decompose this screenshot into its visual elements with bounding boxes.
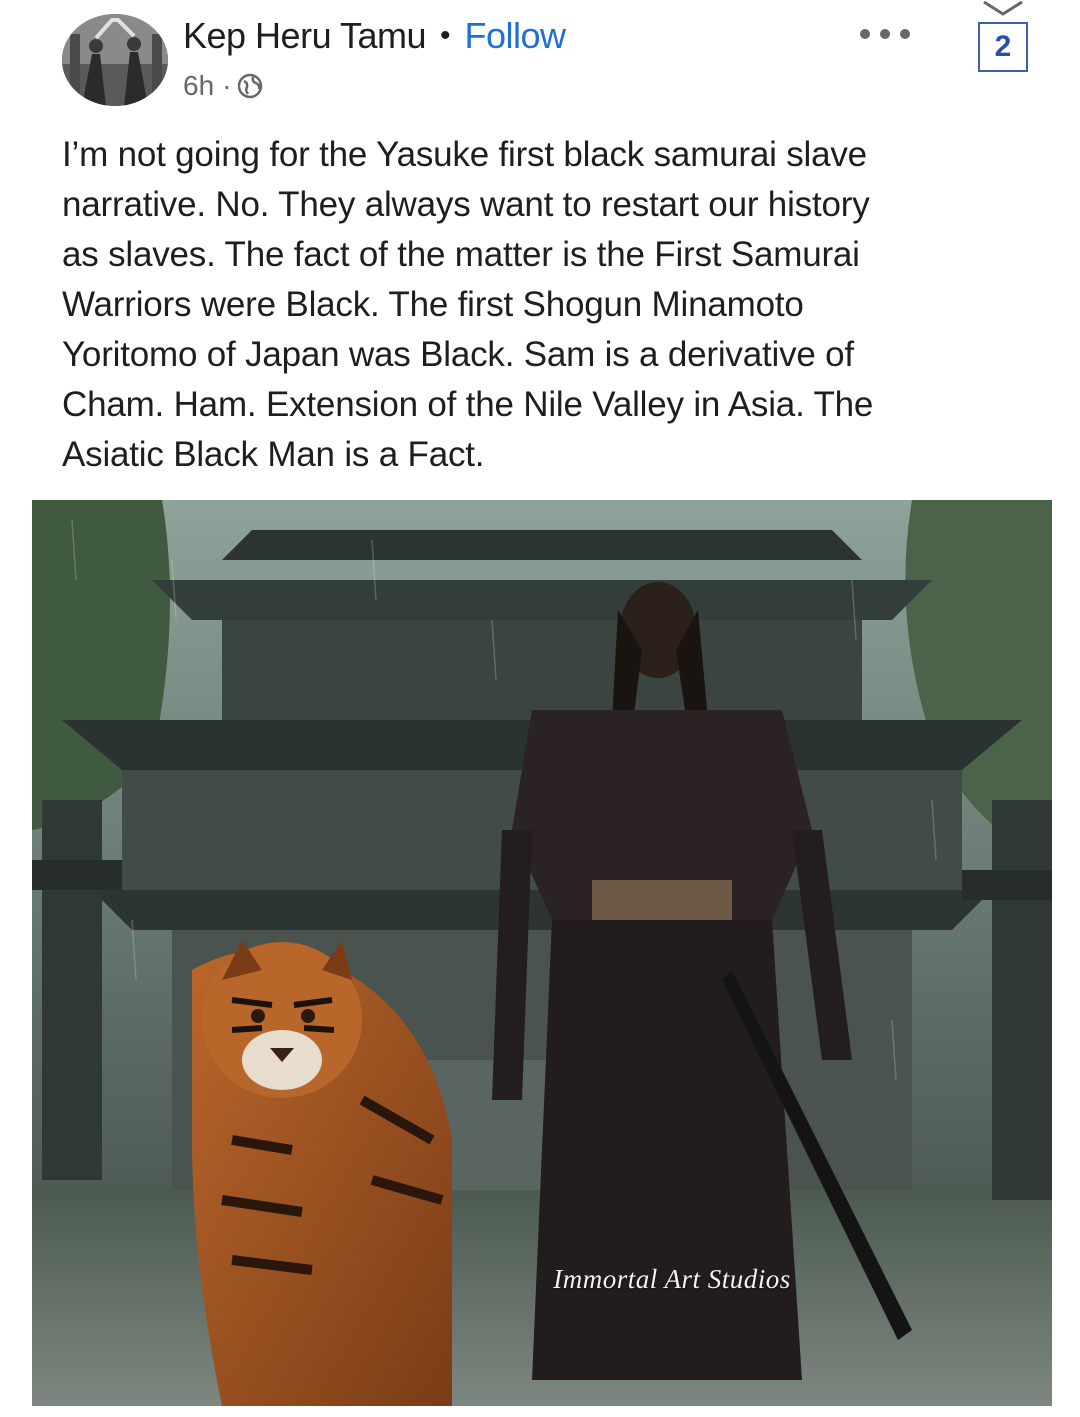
post-meta: 6h · xyxy=(183,66,263,106)
chevron-down-icon[interactable] xyxy=(980,0,1026,16)
author-name[interactable]: Kep Heru Tamu xyxy=(183,15,426,57)
post-image[interactable]: Immortal Art Studios xyxy=(32,500,1052,1406)
post-time[interactable]: 6h xyxy=(183,70,214,102)
more-options-icon[interactable] xyxy=(860,24,910,44)
page-number-badge: 2 xyxy=(978,22,1028,72)
post-text: I’m not going for the Yasuke first black… xyxy=(62,135,874,474)
name-separator: • xyxy=(439,19,451,52)
meta-separator: · xyxy=(222,70,232,101)
follow-button[interactable]: Follow xyxy=(464,15,566,57)
globe-icon xyxy=(238,73,263,99)
image-watermark: Immortal Art Studios xyxy=(553,1264,791,1294)
author-avatar[interactable] xyxy=(62,14,168,106)
author-line: Kep Heru Tamu • Follow xyxy=(183,12,566,60)
